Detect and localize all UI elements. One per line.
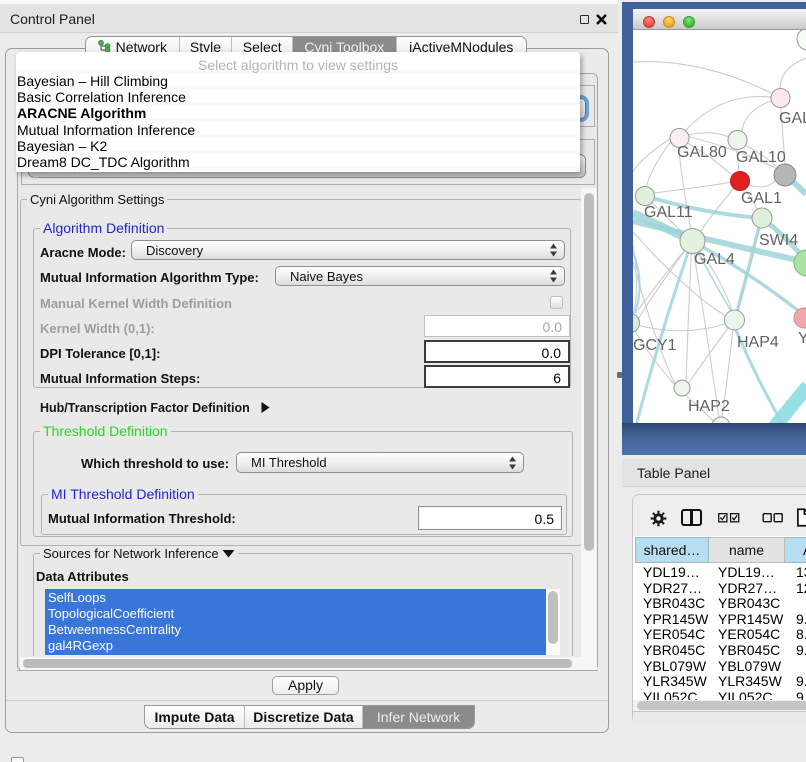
svg-text:GAL4: GAL4 (694, 251, 735, 268)
svg-text:GAL11: GAL11 (644, 204, 693, 221)
svg-text:HAP2: HAP2 (688, 398, 730, 415)
svg-text:GCY1: GCY1 (633, 337, 677, 354)
svg-text:HAP4: HAP4 (737, 334, 779, 351)
svg-text:GAL7: GAL7 (779, 110, 806, 127)
svg-text:GAL1: GAL1 (741, 190, 782, 207)
svg-text:GAL80: GAL80 (677, 144, 727, 161)
svg-text:Y: Y (798, 330, 806, 347)
svg-text:SWI4: SWI4 (759, 232, 798, 249)
svg-text:GAL10: GAL10 (736, 149, 786, 166)
